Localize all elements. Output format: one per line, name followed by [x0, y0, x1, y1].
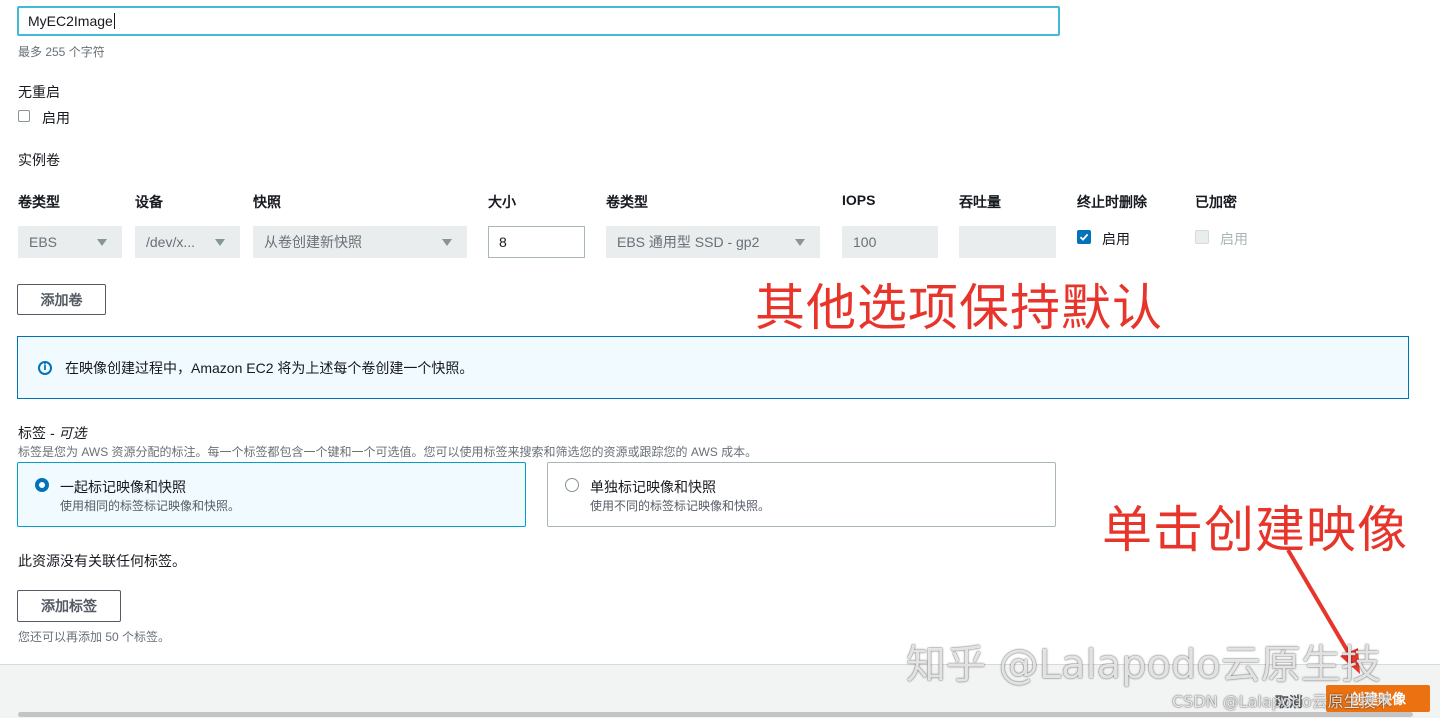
snapshot-value: 从卷创建新快照 [264, 234, 362, 250]
col-encrypted: 已加密 [1195, 194, 1237, 210]
zhihu-watermark: 知乎 @Lalapodo云原生技 [906, 642, 1381, 688]
instance-volumes-title: 实例卷 [18, 152, 60, 168]
col-delete-on-termination: 终止时删除 [1077, 194, 1147, 210]
delete-on-termination-label[interactable]: 启用 [1102, 229, 1130, 249]
checkmark-icon [1079, 233, 1089, 241]
col-iops: IOPS [842, 192, 876, 208]
size-input[interactable]: 8 [488, 226, 585, 258]
tag-separate-desc: 使用不同的标签标记映像和快照。 [590, 499, 771, 513]
image-name-hint: 最多 255 个字符 [18, 45, 105, 59]
info-alert: i 在映像创建过程中，Amazon EC2 将为上述每个卷创建一个快照。 [17, 336, 1409, 399]
tags-description: 标签是您为 AWS 资源分配的标注。每一个标签都包含一个键和一个可选值。您可以使… [18, 445, 758, 459]
info-alert-text: 在映像创建过程中，Amazon EC2 将为上述每个卷创建一个快照。 [65, 359, 474, 376]
col-size: 大小 [488, 194, 516, 210]
no-reboot-checkbox-label[interactable]: 启用 [42, 108, 70, 128]
volume-type-value: EBS [29, 234, 58, 250]
horizontal-scrollbar[interactable] [18, 712, 1413, 717]
text-caret [113, 13, 115, 29]
chevron-down-icon [215, 238, 225, 246]
chevron-down-icon [795, 238, 805, 246]
ebs-volume-type-select[interactable]: EBS 通用型 SSD - gp2 [606, 226, 820, 258]
no-reboot-checkbox[interactable] [18, 110, 30, 122]
csdn-watermark: CSDN @Lalapodo云原生技术 [1172, 692, 1392, 711]
col-volume-type: 卷类型 [18, 194, 60, 210]
device-value: /dev/x... [146, 234, 196, 250]
annotation-keep-defaults: 其他选项保持默认 [755, 279, 1163, 337]
chevron-down-icon [442, 238, 452, 246]
tags-optional: - 可选 [46, 425, 87, 441]
tag-option-separate[interactable]: 单独标记映像和快照 使用不同的标签标记映像和快照。 [547, 462, 1056, 527]
col-ebs-volume-type: 卷类型 [606, 194, 648, 210]
device-select[interactable]: /dev/x... [135, 226, 240, 258]
tag-together-title: 一起标记映像和快照 [60, 479, 186, 495]
tag-separate-title: 单独标记映像和快照 [590, 479, 716, 495]
no-reboot-label: 无重启 [18, 84, 60, 100]
ebs-volume-type-value: EBS 通用型 SSD - gp2 [617, 234, 760, 250]
throughput-input [959, 226, 1056, 258]
add-tag-button[interactable]: 添加标签 [17, 590, 121, 622]
tag-separate-radio[interactable] [565, 478, 579, 492]
col-snapshot: 快照 [253, 194, 281, 210]
image-name-input[interactable]: MyEC2Image [17, 6, 1060, 36]
image-name-value: MyEC2Image [28, 13, 113, 29]
tags-title-text: 标签 [18, 425, 46, 441]
size-value: 8 [499, 234, 507, 250]
col-device: 设备 [135, 194, 163, 210]
tag-together-radio[interactable] [35, 478, 49, 492]
tags-empty-text: 此资源没有关联任何标签。 [18, 553, 186, 569]
tag-together-desc: 使用相同的标签标记映像和快照。 [60, 499, 241, 513]
encrypted-label: 启用 [1220, 231, 1248, 247]
col-throughput: 吞吐量 [959, 194, 1001, 210]
tags-remaining-text: 您还可以再添加 50 个标签。 [18, 630, 171, 644]
chevron-down-icon [97, 238, 107, 246]
iops-value: 100 [853, 234, 877, 250]
delete-on-termination-checkbox[interactable] [1077, 230, 1091, 244]
info-icon: i [38, 360, 52, 375]
tags-title: 标签 - 可选 [18, 423, 86, 443]
volume-type-select[interactable]: EBS [18, 226, 122, 258]
encrypted-checkbox [1195, 230, 1209, 244]
snapshot-select[interactable]: 从卷创建新快照 [253, 226, 467, 258]
tag-option-together[interactable]: 一起标记映像和快照 使用相同的标签标记映像和快照。 [17, 462, 526, 527]
add-volume-button[interactable]: 添加卷 [17, 284, 106, 315]
iops-input: 100 [842, 226, 938, 258]
